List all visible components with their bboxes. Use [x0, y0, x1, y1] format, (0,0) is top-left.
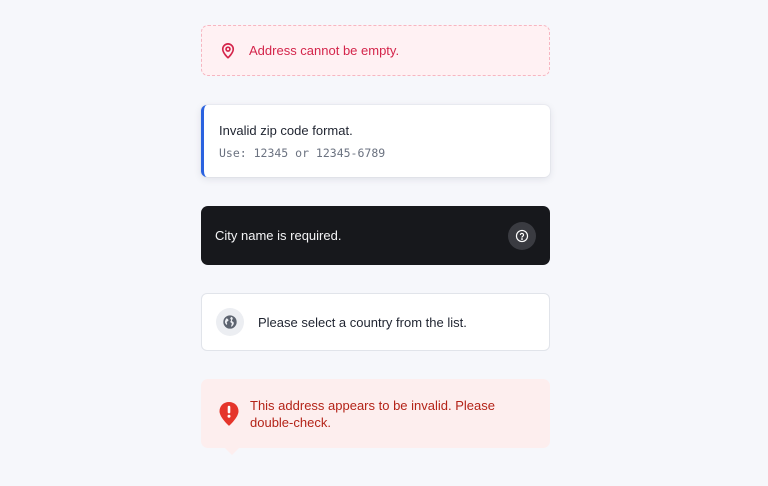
country-select-message: Please select a country from the list. [258, 314, 467, 330]
city-required-alert: City name is required. [201, 206, 550, 265]
help-circle-icon [515, 229, 529, 243]
zip-format-hint: Use: 12345 or 12345-6789 [219, 145, 386, 160]
city-required-message: City name is required. [215, 228, 342, 243]
help-button[interactable] [508, 221, 536, 250]
exclamation-pin-icon [218, 401, 240, 427]
address-empty-message: Address cannot be empty. [249, 43, 400, 58]
map-pin-icon [219, 42, 237, 60]
globe-icon [222, 314, 238, 330]
address-invalid-message: This address appears to be invalid. Plea… [250, 397, 495, 430]
alert-tail [225, 448, 239, 455]
address-empty-alert: Address cannot be empty. [201, 25, 550, 76]
country-select-alert: Please select a country from the list. [201, 293, 550, 351]
globe-icon-badge [216, 308, 244, 336]
zip-invalid-alert: Invalid zip code format. Use: 12345 or 1… [201, 105, 550, 177]
address-invalid-alert: This address appears to be invalid. Plea… [201, 379, 550, 455]
zip-invalid-message: Invalid zip code format. [219, 122, 353, 138]
